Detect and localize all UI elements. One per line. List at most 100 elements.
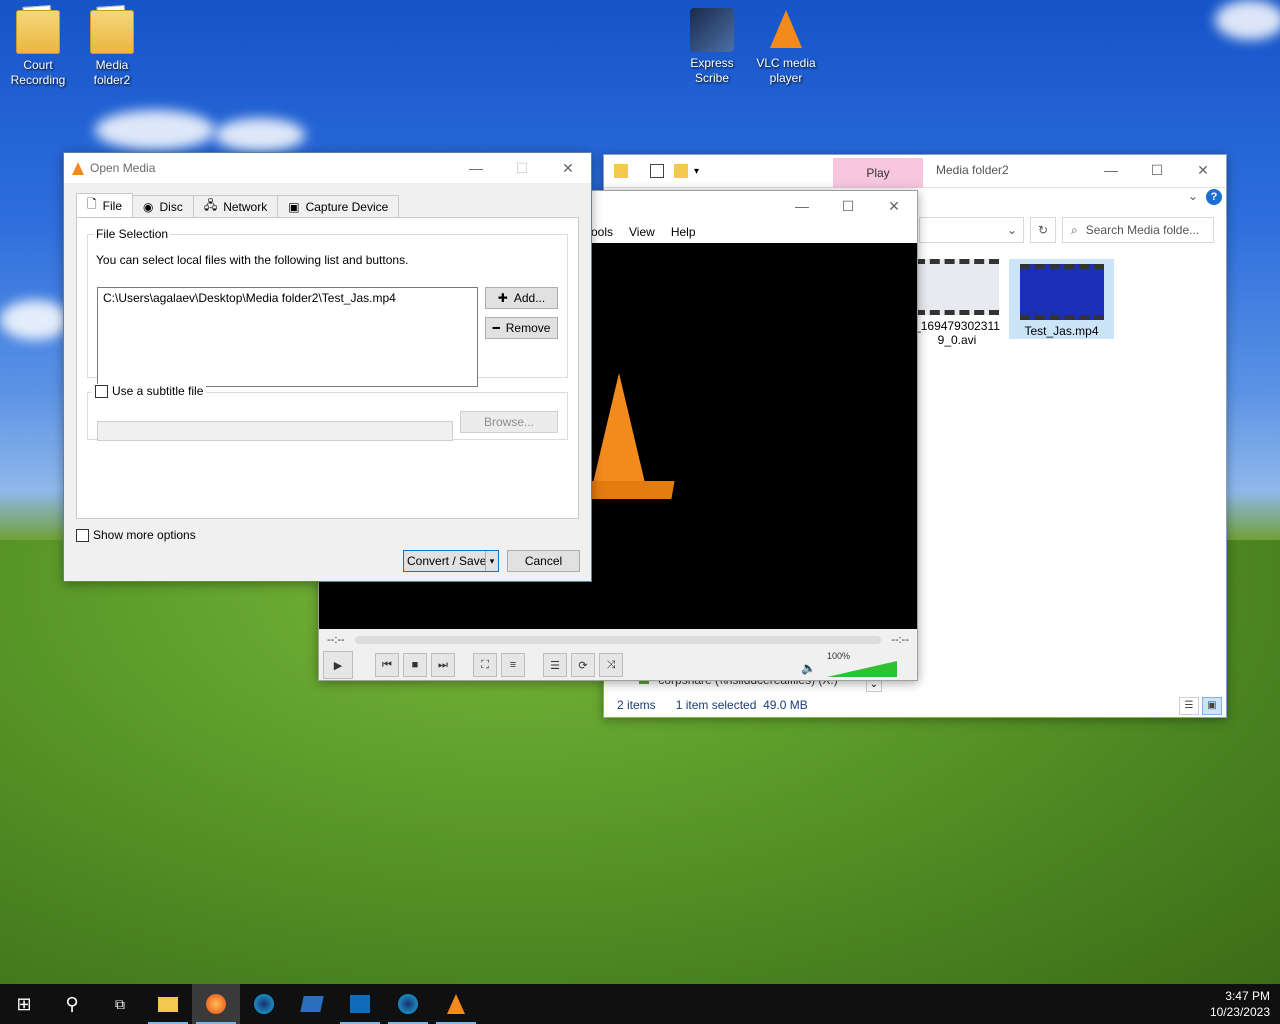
start-button[interactable]: ⊞ bbox=[0, 984, 48, 1024]
desktop-icon-express-scribe[interactable]: Express Scribe bbox=[674, 8, 750, 86]
search-button[interactable]: ⚲ bbox=[48, 984, 96, 1024]
playlist-icon: ☰ bbox=[550, 659, 560, 672]
tab-capture-device[interactable]: ▣ Capture Device bbox=[277, 195, 400, 217]
previous-button[interactable]: ⏮ bbox=[375, 653, 399, 677]
taskbar-webex[interactable] bbox=[240, 984, 288, 1024]
playback-controls: ▶ ⏮ ■ ⏭ ⛶ ≡ ☰ ⟳ ⤨ 🔈 100% bbox=[319, 649, 917, 681]
maximize-button[interactable]: ☐ bbox=[825, 191, 871, 221]
maximize-button[interactable]: ☐ bbox=[1134, 155, 1180, 185]
webex-icon bbox=[398, 994, 418, 1014]
file-item[interactable]: _169479302311 9_0.avi bbox=[912, 259, 1002, 347]
tab-play[interactable]: Play bbox=[833, 158, 923, 188]
status-selection: 1 item selected 49.0 MB bbox=[675, 698, 808, 712]
taskbar-powershell[interactable] bbox=[288, 984, 336, 1024]
checkbox-icon[interactable] bbox=[650, 164, 664, 178]
refresh-icon: ↻ bbox=[1037, 223, 1049, 237]
tab-network[interactable]: 🖧 Network bbox=[192, 195, 279, 217]
fullscreen-button[interactable]: ⛶ bbox=[473, 653, 497, 677]
next-button[interactable]: ⏭ bbox=[431, 653, 455, 677]
wallpaper-cloud bbox=[215, 118, 305, 152]
folder-icon[interactable] bbox=[614, 164, 628, 178]
taskbar-outlook[interactable] bbox=[336, 984, 384, 1024]
address-dropdown[interactable]: ⌄ bbox=[919, 217, 1024, 243]
tab-disc[interactable]: ◉ Disc bbox=[132, 195, 194, 217]
dropdown-arrow-icon[interactable]: ▾ bbox=[694, 166, 699, 177]
total-time: --:-- bbox=[891, 634, 909, 646]
cancel-button[interactable]: Cancel bbox=[507, 550, 580, 572]
tab-file[interactable]: 🗋 File bbox=[76, 193, 133, 217]
remove-button[interactable]: ━ Remove bbox=[485, 317, 558, 339]
file-tab-panel: File Selection You can select local file… bbox=[76, 217, 579, 519]
system-clock[interactable]: 3:47 PM 10/23/2023 bbox=[1210, 988, 1270, 1020]
maximize-button: ☐ bbox=[515, 159, 529, 176]
view-toggle: ☰ ▣ bbox=[1179, 697, 1222, 715]
vlc-icon bbox=[764, 8, 808, 52]
close-button[interactable]: ✕ bbox=[545, 153, 591, 183]
desktop-icon-label: Scribe bbox=[694, 71, 729, 85]
search-input[interactable]: ⌕ Search Media folde... bbox=[1062, 217, 1214, 243]
stop-button[interactable]: ■ bbox=[403, 653, 427, 677]
browse-label: Browse... bbox=[483, 415, 534, 429]
dialog-title: Open Media bbox=[90, 161, 156, 175]
clock-time: 3:47 PM bbox=[1225, 989, 1270, 1003]
close-button[interactable]: ✕ bbox=[1180, 155, 1226, 185]
loop-icon: ⟳ bbox=[578, 659, 588, 672]
playlist-button[interactable]: ☰ bbox=[543, 653, 567, 677]
taskbar-webex-2[interactable] bbox=[384, 984, 432, 1024]
taskbar-file-explorer[interactable] bbox=[144, 984, 192, 1024]
add-button[interactable]: ✚ Add... bbox=[485, 287, 558, 309]
extended-settings-button[interactable]: ≡ bbox=[501, 653, 525, 677]
folder-icon[interactable] bbox=[674, 164, 688, 178]
refresh-button[interactable]: ↻ bbox=[1030, 217, 1056, 243]
firefox-icon bbox=[206, 994, 226, 1014]
desktop-icon-court-recording[interactable]: Court Recording bbox=[0, 10, 76, 88]
subtitle-checkbox-row[interactable]: Use a subtitle file bbox=[92, 384, 207, 398]
desktop-icon-vlc[interactable]: VLC media player bbox=[748, 8, 824, 86]
speaker-icon: 🔈 bbox=[801, 661, 816, 675]
taskbar-firefox[interactable] bbox=[192, 984, 240, 1024]
desktop-icon-label: Media bbox=[95, 58, 129, 72]
seek-slider[interactable] bbox=[354, 636, 882, 644]
subtitle-checkbox[interactable] bbox=[95, 384, 108, 398]
large-icons-view-icon[interactable]: ▣ bbox=[1202, 697, 1222, 715]
shuffle-button[interactable]: ⤨ bbox=[599, 653, 623, 677]
show-more-options-row[interactable]: Show more options bbox=[76, 528, 196, 542]
file-list-item[interactable]: C:\Users\agalaev\Desktop\Media folder2\T… bbox=[103, 291, 472, 305]
help-icon[interactable]: ? bbox=[1206, 189, 1222, 205]
status-item-count: 2 items bbox=[617, 698, 656, 712]
folder-icon bbox=[90, 10, 134, 54]
chevron-down-icon[interactable]: ⌄ bbox=[1188, 189, 1198, 203]
disc-icon: ◉ bbox=[143, 199, 154, 214]
minimize-button[interactable]: — bbox=[453, 153, 499, 183]
desktop-icon-media-folder2[interactable]: Media folder2 bbox=[74, 10, 150, 88]
minimize-button[interactable]: — bbox=[1088, 155, 1134, 185]
convert-save-button[interactable]: Convert / Save ▾ bbox=[403, 550, 499, 572]
open-media-dialog: Open Media — ☐ ✕ 🗋 File ◉ Disc 🖧 Network… bbox=[63, 152, 592, 582]
minus-icon: ━ bbox=[492, 321, 500, 335]
file-list[interactable]: C:\Users\agalaev\Desktop\Media folder2\T… bbox=[97, 287, 478, 387]
express-scribe-icon bbox=[690, 8, 734, 52]
minimize-button[interactable]: — bbox=[779, 191, 825, 221]
volume-percent: 100% bbox=[827, 651, 851, 661]
menu-tools[interactable]: ools bbox=[591, 225, 613, 239]
chevron-down-icon[interactable]: ▾ bbox=[485, 551, 498, 571]
menu-help[interactable]: Help bbox=[671, 225, 696, 239]
elapsed-time: --:-- bbox=[327, 634, 345, 646]
show-more-options-checkbox[interactable] bbox=[76, 528, 89, 542]
task-view-button[interactable]: ⧉ bbox=[96, 984, 144, 1024]
search-icon: ⚲ bbox=[65, 993, 79, 1014]
desktop-icon-label: Court bbox=[23, 58, 53, 72]
tab-label: Disc bbox=[159, 199, 183, 214]
volume-control[interactable]: 🔈 100% bbox=[801, 651, 899, 679]
menu-view[interactable]: View bbox=[629, 225, 655, 239]
loop-button[interactable]: ⟳ bbox=[571, 653, 595, 677]
video-thumbnail bbox=[915, 259, 999, 315]
play-button[interactable]: ▶ bbox=[323, 651, 353, 679]
taskbar-vlc[interactable] bbox=[432, 984, 480, 1024]
subtitle-label: Use a subtitle file bbox=[112, 384, 204, 398]
window-controls: — ☐ ✕ bbox=[1088, 155, 1226, 185]
close-button[interactable]: ✕ bbox=[871, 191, 917, 221]
details-view-icon[interactable]: ☰ bbox=[1179, 697, 1199, 715]
webex-icon bbox=[254, 994, 274, 1014]
file-item-selected[interactable]: Test_Jas.mp4 bbox=[1009, 259, 1114, 339]
